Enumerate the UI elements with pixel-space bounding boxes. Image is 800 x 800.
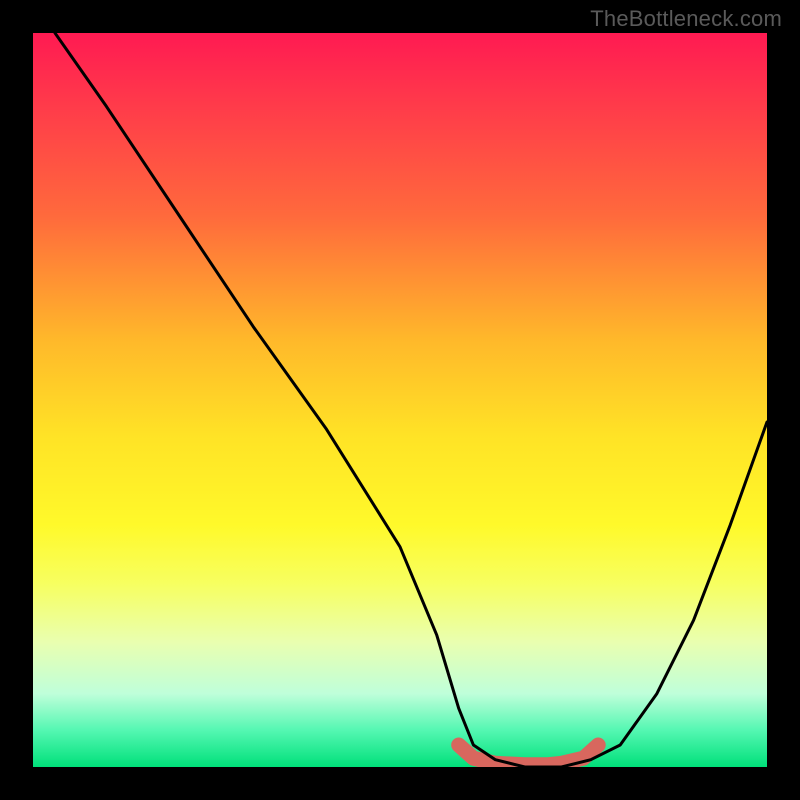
chart-container: TheBottleneck.com [0, 0, 800, 800]
watermark-text: TheBottleneck.com [590, 6, 782, 32]
plot-area [33, 33, 767, 767]
bottleneck-curve-line [55, 33, 767, 767]
chart-svg [33, 33, 767, 767]
optimal-start-dot [453, 739, 465, 751]
